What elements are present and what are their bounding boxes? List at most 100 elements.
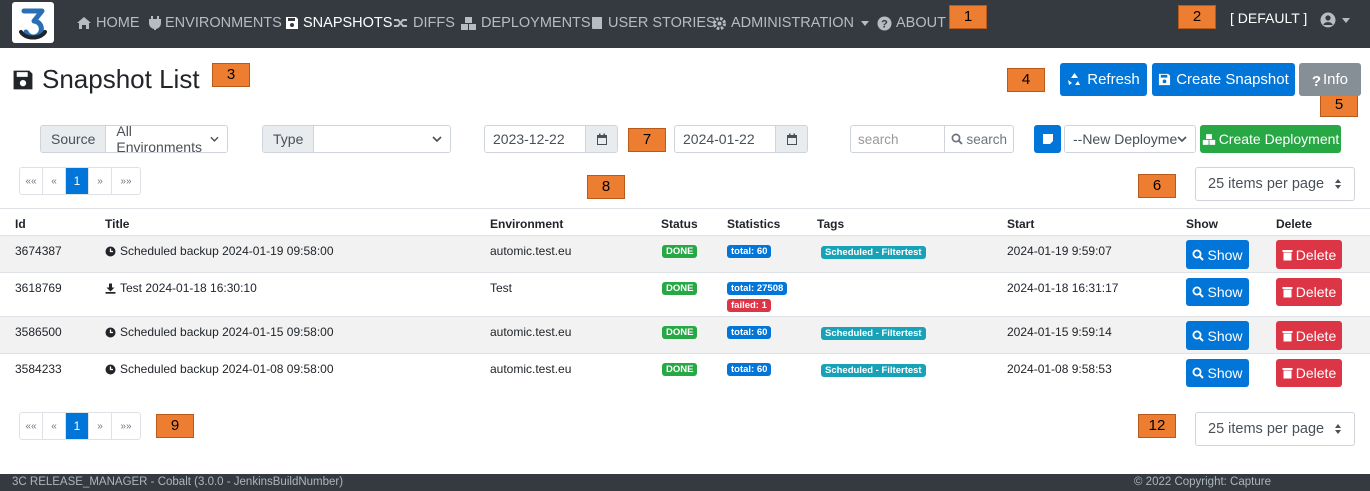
- table-row: 3586500 Scheduled backup 2024-01-15 09:5…: [0, 316, 1370, 353]
- show-button[interactable]: Show: [1186, 359, 1249, 387]
- items-per-page-select[interactable]: 25 items per page: [1195, 167, 1355, 201]
- delete-button[interactable]: Delete: [1276, 359, 1342, 387]
- sticky-note-icon: [1042, 134, 1053, 144]
- nav-user-stories[interactable]: USER STORIES: [590, 13, 716, 33]
- show-button[interactable]: Show: [1186, 278, 1249, 306]
- search-input[interactable]: search: [851, 126, 944, 152]
- nav-diffs[interactable]: DIFFS: [393, 13, 455, 33]
- footer-copyright: © 2022 Copyright: Capture: [1134, 476, 1271, 488]
- row-environment: Test: [490, 281, 513, 295]
- show-button[interactable]: Show: [1186, 321, 1249, 350]
- page-1-button[interactable]: 1: [66, 168, 89, 194]
- environment-default-label: [ DEFAULT ]: [1230, 10, 1308, 26]
- source-label: Source: [41, 126, 107, 152]
- recycle-icon: [1068, 73, 1081, 85]
- page-1-button[interactable]: 1: [66, 413, 89, 439]
- show-button[interactable]: Show: [1186, 240, 1249, 269]
- items-per-page-select[interactable]: 25 items per page: [1195, 412, 1355, 446]
- nav-administration-label: ADMINISTRATION: [731, 15, 854, 31]
- column-header-statistics: Statistics: [727, 217, 781, 231]
- marker: 12: [1138, 414, 1176, 438]
- column-header-start: Start: [1007, 217, 1035, 231]
- nav-deployments[interactable]: DEPLOYMENTS: [460, 13, 591, 33]
- svg-text:?: ?: [1312, 73, 1321, 87]
- row-id: 3674387: [15, 244, 62, 258]
- marker: 5: [1320, 93, 1358, 117]
- stats-total-badge: total: 60: [727, 326, 772, 339]
- trash-icon: [1282, 330, 1293, 341]
- app-logo[interactable]: [12, 2, 54, 43]
- nav-about-label: ABOUT: [896, 15, 946, 31]
- status-badge: DONE: [662, 363, 698, 376]
- next-page-button[interactable]: »: [89, 168, 112, 194]
- nav-administration[interactable]: ADMINISTRATION: [712, 13, 876, 33]
- trash-icon: [1282, 287, 1293, 298]
- floppy-icon: [13, 70, 33, 89]
- last-page-button[interactable]: »»: [112, 413, 140, 439]
- source-value: All Environments: [116, 125, 202, 153]
- marker: 2: [1178, 5, 1216, 29]
- row-environment: automic.test.eu: [490, 325, 572, 339]
- user-menu[interactable]: [1320, 12, 1353, 28]
- row-start: 2024-01-15 9:59:14: [1007, 325, 1112, 339]
- nav-about[interactable]: ? ABOUT: [877, 13, 946, 33]
- stats-total-badge: total: 60: [727, 245, 772, 258]
- nav-snapshots-label: SNAPSHOTS: [303, 15, 393, 31]
- type-select[interactable]: Type: [262, 125, 451, 153]
- nav-environments[interactable]: ENVIRONMENTS: [149, 13, 282, 33]
- nav-snapshots[interactable]: SNAPSHOTS: [285, 13, 392, 33]
- next-page-button[interactable]: »: [89, 413, 112, 439]
- prev-page-button[interactable]: «: [43, 168, 66, 194]
- refresh-button[interactable]: Refresh: [1060, 63, 1147, 96]
- row-id: 3586500: [15, 325, 62, 339]
- calendar-icon[interactable]: [775, 126, 807, 152]
- type-label: Type: [263, 126, 315, 152]
- clock-icon: [105, 364, 116, 374]
- date-from-value[interactable]: 2023-12-22: [485, 126, 585, 152]
- nav-home[interactable]: HOME: [76, 13, 140, 33]
- first-page-button[interactable]: ««: [20, 413, 43, 439]
- calendar-icon[interactable]: [585, 126, 617, 152]
- user-circle-icon: [1320, 12, 1336, 28]
- last-page-button[interactable]: »»: [112, 168, 140, 194]
- footer: 3C RELEASE_MANAGER - Cobalt (3.0.0 - Jen…: [0, 474, 1370, 491]
- prev-page-button[interactable]: «: [43, 413, 66, 439]
- stats-failed-badge: failed: 1: [727, 299, 771, 312]
- date-from-field[interactable]: 2023-12-22: [484, 125, 618, 153]
- info-button[interactable]: ? Info: [1299, 63, 1361, 96]
- trash-icon: [1282, 368, 1293, 379]
- search-button[interactable]: search: [944, 126, 1013, 152]
- create-snapshot-button[interactable]: Create Snapshot: [1152, 63, 1295, 96]
- table-row: 3618769 Test 2024-01-18 16:30:10 Test DO…: [0, 272, 1370, 312]
- create-deployment-button[interactable]: Create Deployment: [1200, 125, 1341, 153]
- marker: 3: [212, 63, 250, 87]
- gear-icon: [713, 16, 726, 30]
- date-to-value[interactable]: 2024-01-22: [675, 126, 775, 152]
- status-badge: DONE: [662, 245, 698, 258]
- deployment-toggle-button[interactable]: [1034, 125, 1061, 153]
- column-header-status: Status: [661, 217, 698, 231]
- marker: 7: [628, 128, 666, 152]
- nav-diffs-label: DIFFS: [413, 15, 455, 31]
- row-environment: automic.test.eu: [490, 244, 572, 258]
- column-header-delete: Delete: [1276, 217, 1313, 231]
- delete-button[interactable]: Delete: [1276, 278, 1342, 306]
- delete-button[interactable]: Delete: [1276, 240, 1342, 269]
- status-badge: DONE: [662, 282, 698, 295]
- deployment-select[interactable]: --New Deploymen: [1064, 125, 1196, 153]
- first-page-button[interactable]: ««: [20, 168, 43, 194]
- svg-text:?: ?: [881, 18, 888, 30]
- footer-version: 3C RELEASE_MANAGER - Cobalt (3.0.0 - Jen…: [12, 476, 344, 488]
- marker: 8: [587, 175, 625, 199]
- delete-button[interactable]: Delete: [1276, 321, 1342, 350]
- marker: 1: [949, 5, 987, 29]
- stats-total-badge: total: 27508: [727, 282, 788, 295]
- search-icon: [952, 133, 964, 145]
- date-to-field[interactable]: 2024-01-22: [674, 125, 808, 153]
- question-icon: ?: [1312, 73, 1321, 87]
- marker: 4: [1007, 68, 1045, 92]
- source-select[interactable]: Source All Environments: [40, 125, 228, 153]
- chevron-down-icon: [210, 136, 219, 142]
- tag-badge: Scheduled - Filtertest: [821, 246, 926, 259]
- table-row: 3674387 Scheduled backup 2024-01-19 09:5…: [0, 235, 1370, 272]
